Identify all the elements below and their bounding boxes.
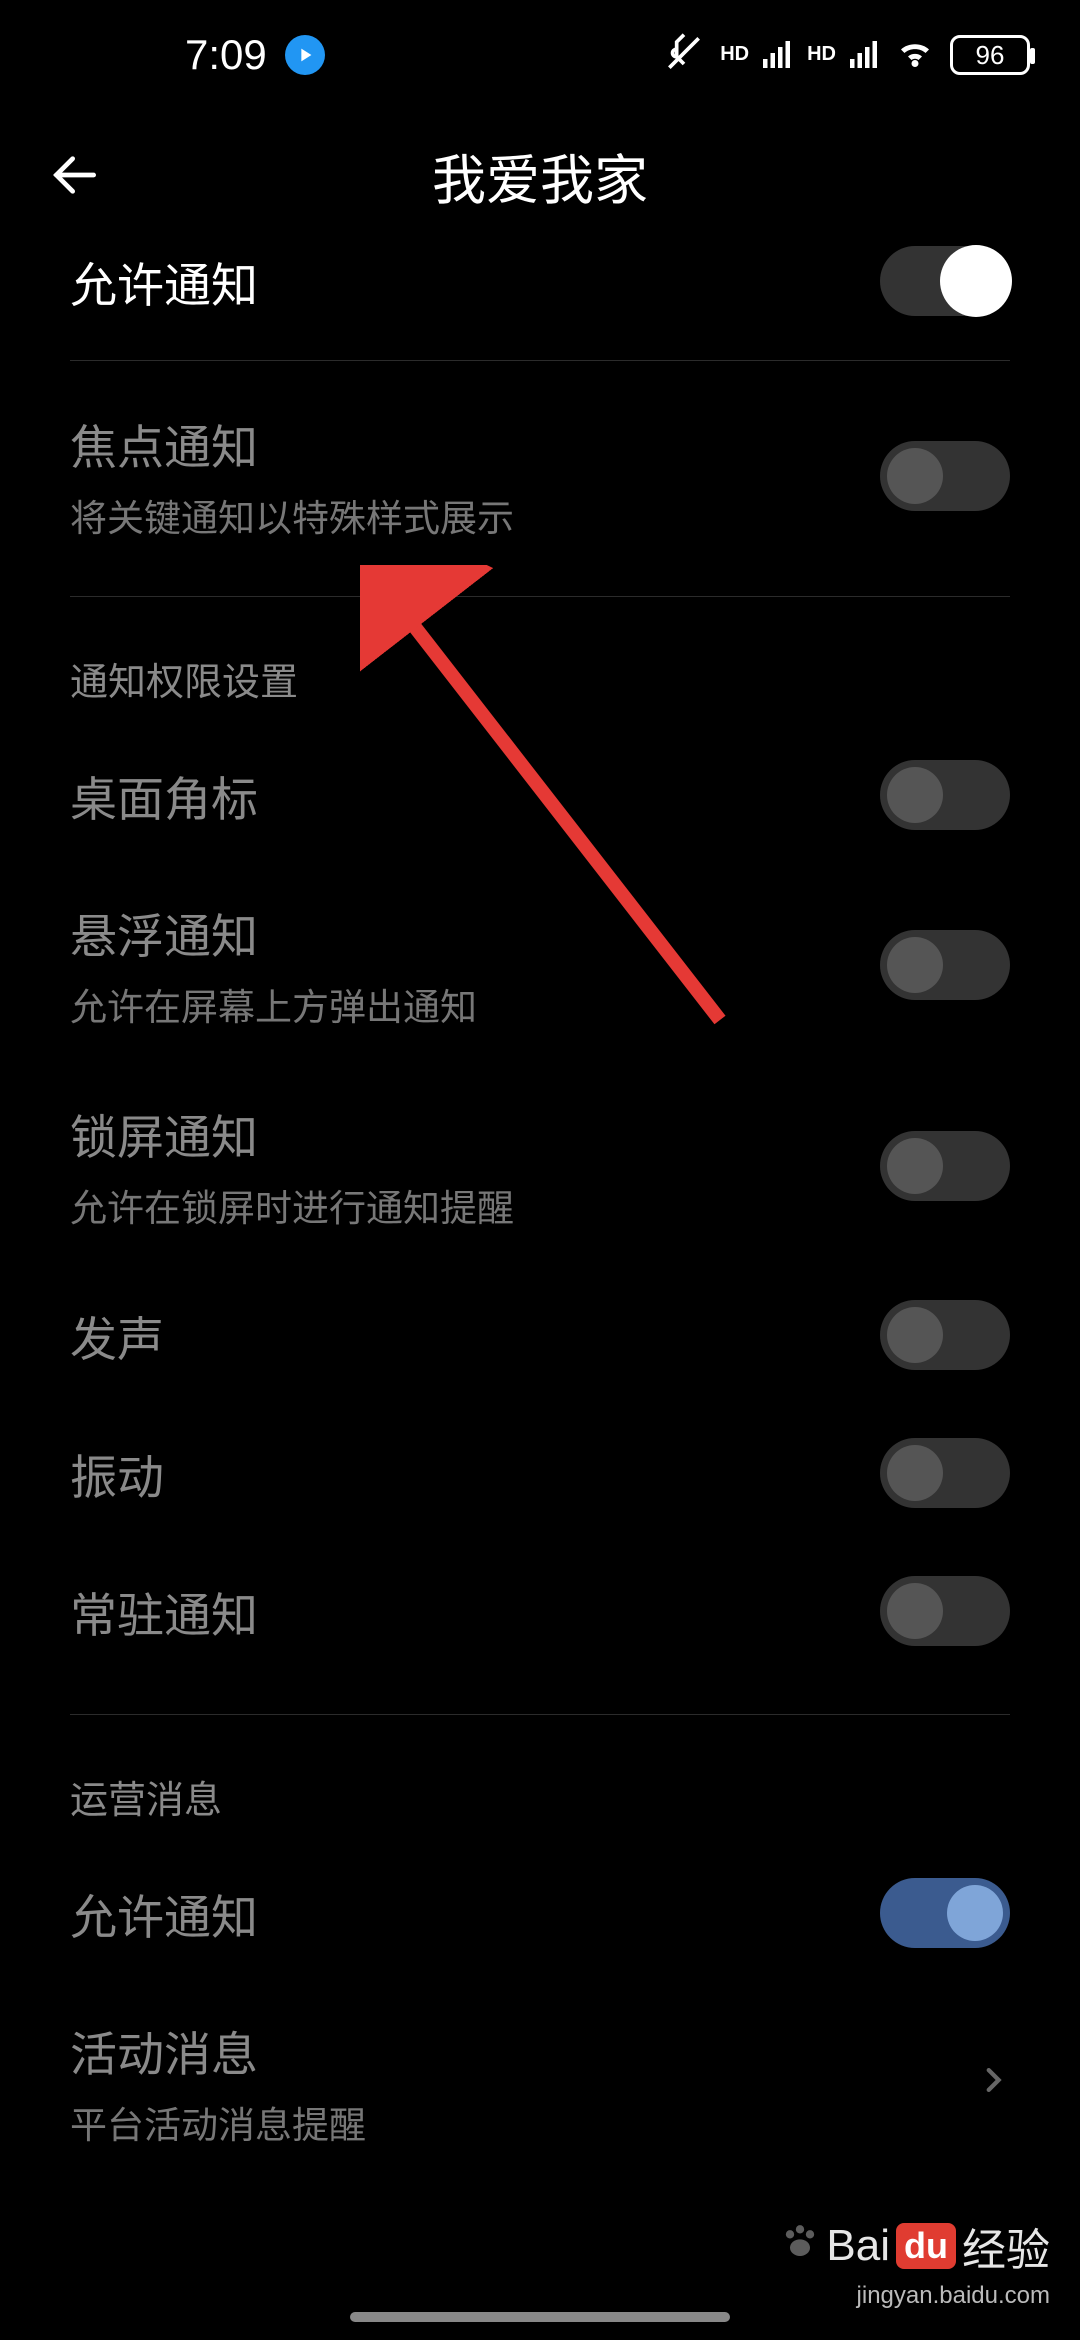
paw-icon [780,2221,820,2271]
divider [70,596,1010,597]
focus-notify-sub: 将关键通知以特殊样式展示 [70,488,880,542]
floating-row[interactable]: 悬浮通知 允许在屏幕上方弹出通知 [0,864,1080,1065]
focus-notify-toggle[interactable] [880,441,1010,511]
lockscreen-label: 锁屏通知 [70,1099,880,1168]
sound-row[interactable]: 发声 [0,1266,1080,1404]
marketing-allow-row[interactable]: 允许通知 [0,1844,1080,1982]
lockscreen-toggle[interactable] [880,1131,1010,1201]
focus-notify-row[interactable]: 焦点通知 将关键通知以特殊样式展示 [0,375,1080,576]
badge-toggle[interactable] [880,760,1010,830]
status-right: HD HD 96 [662,31,1030,80]
watermark-brand-pre: Bai [826,2221,890,2271]
activity-sub: 平台活动消息提醒 [70,2095,976,2149]
allow-notify-row-top[interactable]: 允许通知 [0,240,1080,340]
lockscreen-row[interactable]: 锁屏通知 允许在锁屏时进行通知提醒 [0,1065,1080,1266]
activity-row[interactable]: 活动消息 平台活动消息提醒 [0,1982,1080,2183]
divider [70,1714,1010,1715]
marketing-allow-toggle[interactable] [880,1878,1010,1948]
badge-label: 桌面角标 [70,761,880,830]
vibrate-label: 振动 [70,1439,880,1508]
sound-toggle[interactable] [880,1300,1010,1370]
home-indicator[interactable] [350,2312,730,2322]
app-header: 我爱我家 [0,110,1080,240]
persistent-row[interactable]: 常驻通知 [0,1542,1080,1680]
allow-notify-top-toggle[interactable] [880,246,1010,316]
status-left: 7:09 [185,31,325,79]
floating-toggle[interactable] [880,930,1010,1000]
section-header-marketing: 运营消息 [0,1729,1080,1844]
floating-label: 悬浮通知 [70,898,880,967]
vibrate-row[interactable]: 振动 [0,1404,1080,1542]
vibrate-toggle[interactable] [880,1438,1010,1508]
wifi-icon [894,32,936,79]
battery-percent: 96 [976,40,1005,71]
focus-notify-label: 焦点通知 [70,409,880,478]
watermark-brand-box: du [896,2223,956,2269]
mute-icon [662,31,706,80]
persistent-label: 常驻通知 [70,1577,880,1646]
hd-label-1: HD [720,43,749,66]
badge-row[interactable]: 桌面角标 [0,726,1080,864]
watermark-url: jingyan.baidu.com [780,2282,1050,2310]
sound-label: 发声 [70,1301,880,1370]
signal-icon-2 [850,38,880,73]
hd-label-2: HD [807,43,836,66]
media-play-icon [285,35,325,75]
allow-notify-top-label: 允许通知 [70,247,880,316]
chevron-right-icon [976,2063,1010,2102]
status-bar: 7:09 HD HD 96 [0,0,1080,110]
watermark: Baidu 经验 jingyan.baidu.com [780,2214,1050,2310]
battery-icon: 96 [950,35,1030,75]
marketing-allow-label: 允许通知 [70,1879,880,1948]
activity-label: 活动消息 [70,2016,976,2085]
persistent-toggle[interactable] [880,1576,1010,1646]
page-title: 我爱我家 [0,136,1080,215]
section-header-permissions: 通知权限设置 [0,611,1080,726]
divider [70,360,1010,361]
clock: 7:09 [185,31,267,79]
floating-sub: 允许在屏幕上方弹出通知 [70,977,880,1031]
signal-icon-1 [763,38,793,73]
lockscreen-sub: 允许在锁屏时进行通知提醒 [70,1178,880,1232]
watermark-brand-post: 经验 [962,2214,1050,2278]
